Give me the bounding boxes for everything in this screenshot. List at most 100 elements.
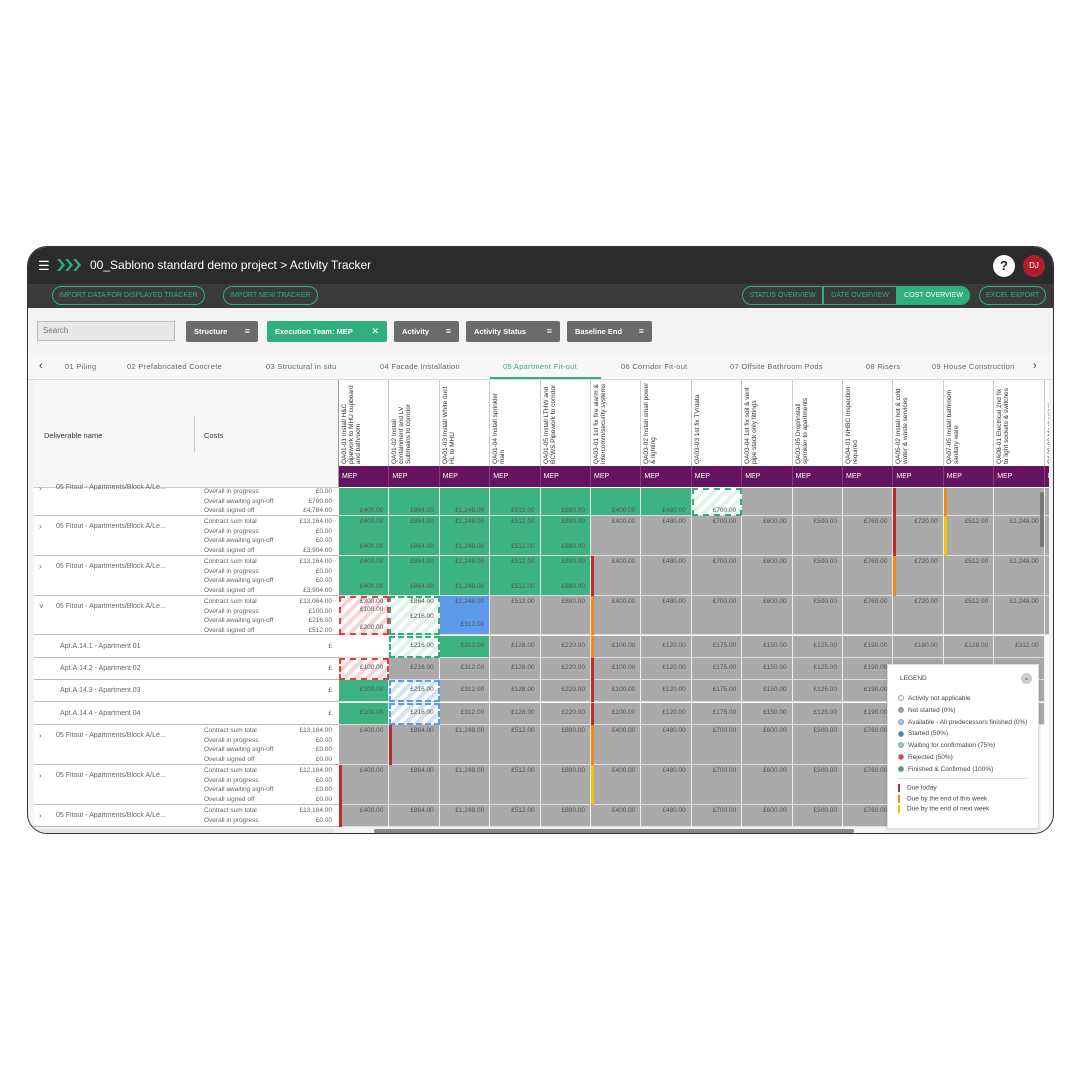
import-displayed-button[interactable]: IMPORT DATA FOR DISPLAYED TRACKER [52, 286, 205, 305]
apartment-name[interactable]: Apt.A.14.3 - Apartment 03 [60, 687, 141, 694]
cost-overview-button[interactable]: COST OVERVIEW [897, 286, 970, 305]
activity-cell[interactable]: £864.00 £864.00 [389, 556, 440, 596]
activity-cell[interactable]: £100.00 [339, 658, 390, 680]
activity-column-header[interactable]: QA07-05 Install bathroom sanitary ware [943, 380, 995, 466]
activity-cell[interactable]: £480.00 [641, 596, 692, 635]
deliverable-name[interactable]: 05 Fitout - Apartments/Block A/Le... [56, 732, 166, 739]
activity-cell[interactable]: £1,248.00 [439, 725, 491, 765]
activity-cell[interactable]: £700.00 [691, 516, 743, 556]
activity-column-header[interactable]: QA01-01 Install H&C pipework to MHU cupb… [339, 380, 390, 466]
activity-cell[interactable]: £400.00 £400.00 [339, 516, 390, 556]
activity-cell[interactable]: £512.00 [490, 765, 541, 805]
chevron-right-icon[interactable]: › [1033, 360, 1037, 372]
activity-cell[interactable]: £190.00 [843, 703, 894, 725]
activity-cell[interactable]: £125.00 [792, 658, 843, 680]
activity-cell[interactable] [893, 488, 944, 516]
activity-cell[interactable]: £190.00 [843, 636, 894, 658]
tab-08-risers[interactable]: 08 Risers [866, 362, 900, 371]
activity-cell[interactable]: £700.00 [691, 488, 743, 516]
chevron-left-icon[interactable]: ‹ [39, 360, 43, 372]
activity-cell[interactable] [792, 488, 843, 516]
activity-cell[interactable]: £400.00 [591, 725, 642, 765]
activity-cell[interactable]: £720.00 [893, 556, 944, 596]
activity-cell[interactable]: £480.00 [641, 725, 692, 765]
activity-cell[interactable]: £220.00 [540, 658, 591, 680]
activity-cell[interactable]: £720.00 [893, 596, 944, 635]
activity-column-header[interactable]: QA08-01 Electrical 2nd fix to light sock… [994, 380, 1045, 466]
activity-cell[interactable]: £400.00 [339, 765, 390, 805]
activity-column-header[interactable]: QA03-01 1st fix fire alarm & intercomm/s… [591, 380, 642, 466]
activity-cell[interactable]: £1,248.00 £1,248.00 [439, 516, 491, 556]
activity-cell[interactable]: £480.00 [641, 765, 692, 805]
activity-cell[interactable]: £600.00 [742, 516, 793, 556]
tab-09-house-construction[interactable]: 09 House Construction [932, 362, 1015, 371]
activity-cell[interactable]: £1,248.00 [994, 556, 1045, 596]
activity-cell[interactable]: £128.00 [943, 636, 995, 658]
status-overview-button[interactable]: STATUS OVERVIEW [742, 286, 823, 305]
apartment-name[interactable]: Apt.A.14.1 - Apartment 01 [60, 643, 141, 650]
activity-cell[interactable]: £150.00 [742, 680, 793, 702]
activity-cell[interactable] [339, 636, 390, 658]
tab-03-structural-in-situ[interactable]: 03 Structural in situ [266, 362, 337, 371]
activity-cell[interactable]: £100.00 [591, 680, 642, 702]
activity-cell[interactable]: £512.00 £512.00 [490, 516, 541, 556]
activity-cell[interactable]: £312.00 [439, 658, 491, 680]
activity-cell[interactable]: £220.00 [540, 703, 591, 725]
deliverable-name[interactable]: 05 Fitout - Apartments/Block A/Le... [56, 603, 166, 610]
activity-cell[interactable]: £125.00 [792, 680, 843, 702]
activity-cell[interactable]: £880.00 [540, 765, 591, 805]
activity-cell[interactable]: £300.00 £100.00 £200.00 [339, 596, 390, 635]
activity-column-header[interactable]: QA03-04 1st fix soil & vent pipe stack o… [742, 380, 793, 466]
activity-cell[interactable]: £216.00 [389, 703, 440, 725]
activity-cell[interactable]: £100.00 [591, 703, 642, 725]
activity-cell[interactable]: £760.00 [843, 556, 894, 596]
help-icon[interactable]: ? [993, 255, 1015, 277]
deliverable-name[interactable]: 05 Fitout - Apartments/Block A/Le... [56, 772, 166, 779]
left-scrollbar-track[interactable] [34, 829, 334, 833]
activity-cell[interactable] [1044, 488, 1049, 516]
activity-cell[interactable]: £120.00 [641, 680, 692, 702]
activity-cell[interactable] [1044, 556, 1049, 596]
activity-cell[interactable]: £480.00 [641, 516, 692, 556]
tab-04-facade-installation[interactable]: 04 Facade Installation [380, 362, 460, 371]
activity-cell[interactable]: £128.00 [490, 680, 541, 702]
activity-cell[interactable]: £864.00 [389, 765, 440, 805]
date-overview-button[interactable]: DATE OVERVIEW [823, 286, 897, 305]
activity-cell[interactable]: £880.00 [540, 488, 591, 516]
activity-cell[interactable]: £600.00 [742, 805, 793, 827]
activity-column-header[interactable]: QA01-04 Install sprinkler main [490, 380, 541, 466]
activity-cell[interactable]: £175.00 [691, 636, 743, 658]
activity-cell[interactable]: £1,248.00 £1,248.00 [439, 556, 491, 596]
chevron-right-icon[interactable]: › [39, 484, 42, 493]
activity-cell[interactable]: £220.00 [540, 636, 591, 658]
activity-column-header[interactable]: QA03-02 Install small power & lighting [641, 380, 692, 466]
activity-column-header[interactable]: QA01-05 Install LTHW and BCWS Pipework t… [540, 380, 591, 466]
activity-cell[interactable]: £720.00 [893, 516, 944, 556]
activity-cell[interactable]: £480.00 [641, 488, 692, 516]
activity-cell[interactable]: £864.00 [389, 805, 440, 827]
activity-cell[interactable]: £700.00 [691, 765, 743, 805]
activity-cell[interactable]: £864.00 [389, 725, 440, 765]
activity-cell[interactable]: £880.00 £880.00 [540, 516, 591, 556]
activity-cell[interactable]: £1,248.00 [994, 516, 1045, 556]
activity-cell[interactable]: £512.00 [490, 488, 541, 516]
activity-cell[interactable]: £700.00 [691, 725, 743, 765]
activity-cell[interactable]: £400.00 [591, 765, 642, 805]
chevron-right-icon[interactable]: › [39, 522, 42, 531]
activity-cell[interactable]: £400.00 [339, 805, 390, 827]
activity-column-header[interactable]: QA03-05 Drop/install sprinkler to apartm… [792, 380, 843, 466]
activity-cell[interactable]: £480.00 [641, 556, 692, 596]
activity-cell[interactable]: £1,248.00 £312.00 [439, 596, 491, 635]
deliverable-name[interactable]: 05 Fitout - Apartments/Block A/Le... [56, 812, 166, 819]
activity-cell[interactable] [943, 488, 995, 516]
activity-cell[interactable]: £400.00 £400.00 [339, 556, 390, 596]
excel-export-button[interactable]: EXCEL EXPORT [979, 286, 1047, 305]
activity-cell[interactable]: £100.00 [591, 658, 642, 680]
deliverable-name[interactable]: 05 Fitout - Apartments/Block A/Le... [56, 523, 166, 530]
filter-activity[interactable]: Activity ≡ [394, 321, 459, 342]
activity-cell[interactable]: £128.00 [490, 658, 541, 680]
activity-cell[interactable]: £700.00 [691, 805, 743, 827]
activity-cell[interactable]: £880.00 [540, 805, 591, 827]
clear-filter-icon[interactable]: ✕ [371, 321, 379, 342]
activity-cell[interactable]: £400.00 [339, 488, 390, 516]
